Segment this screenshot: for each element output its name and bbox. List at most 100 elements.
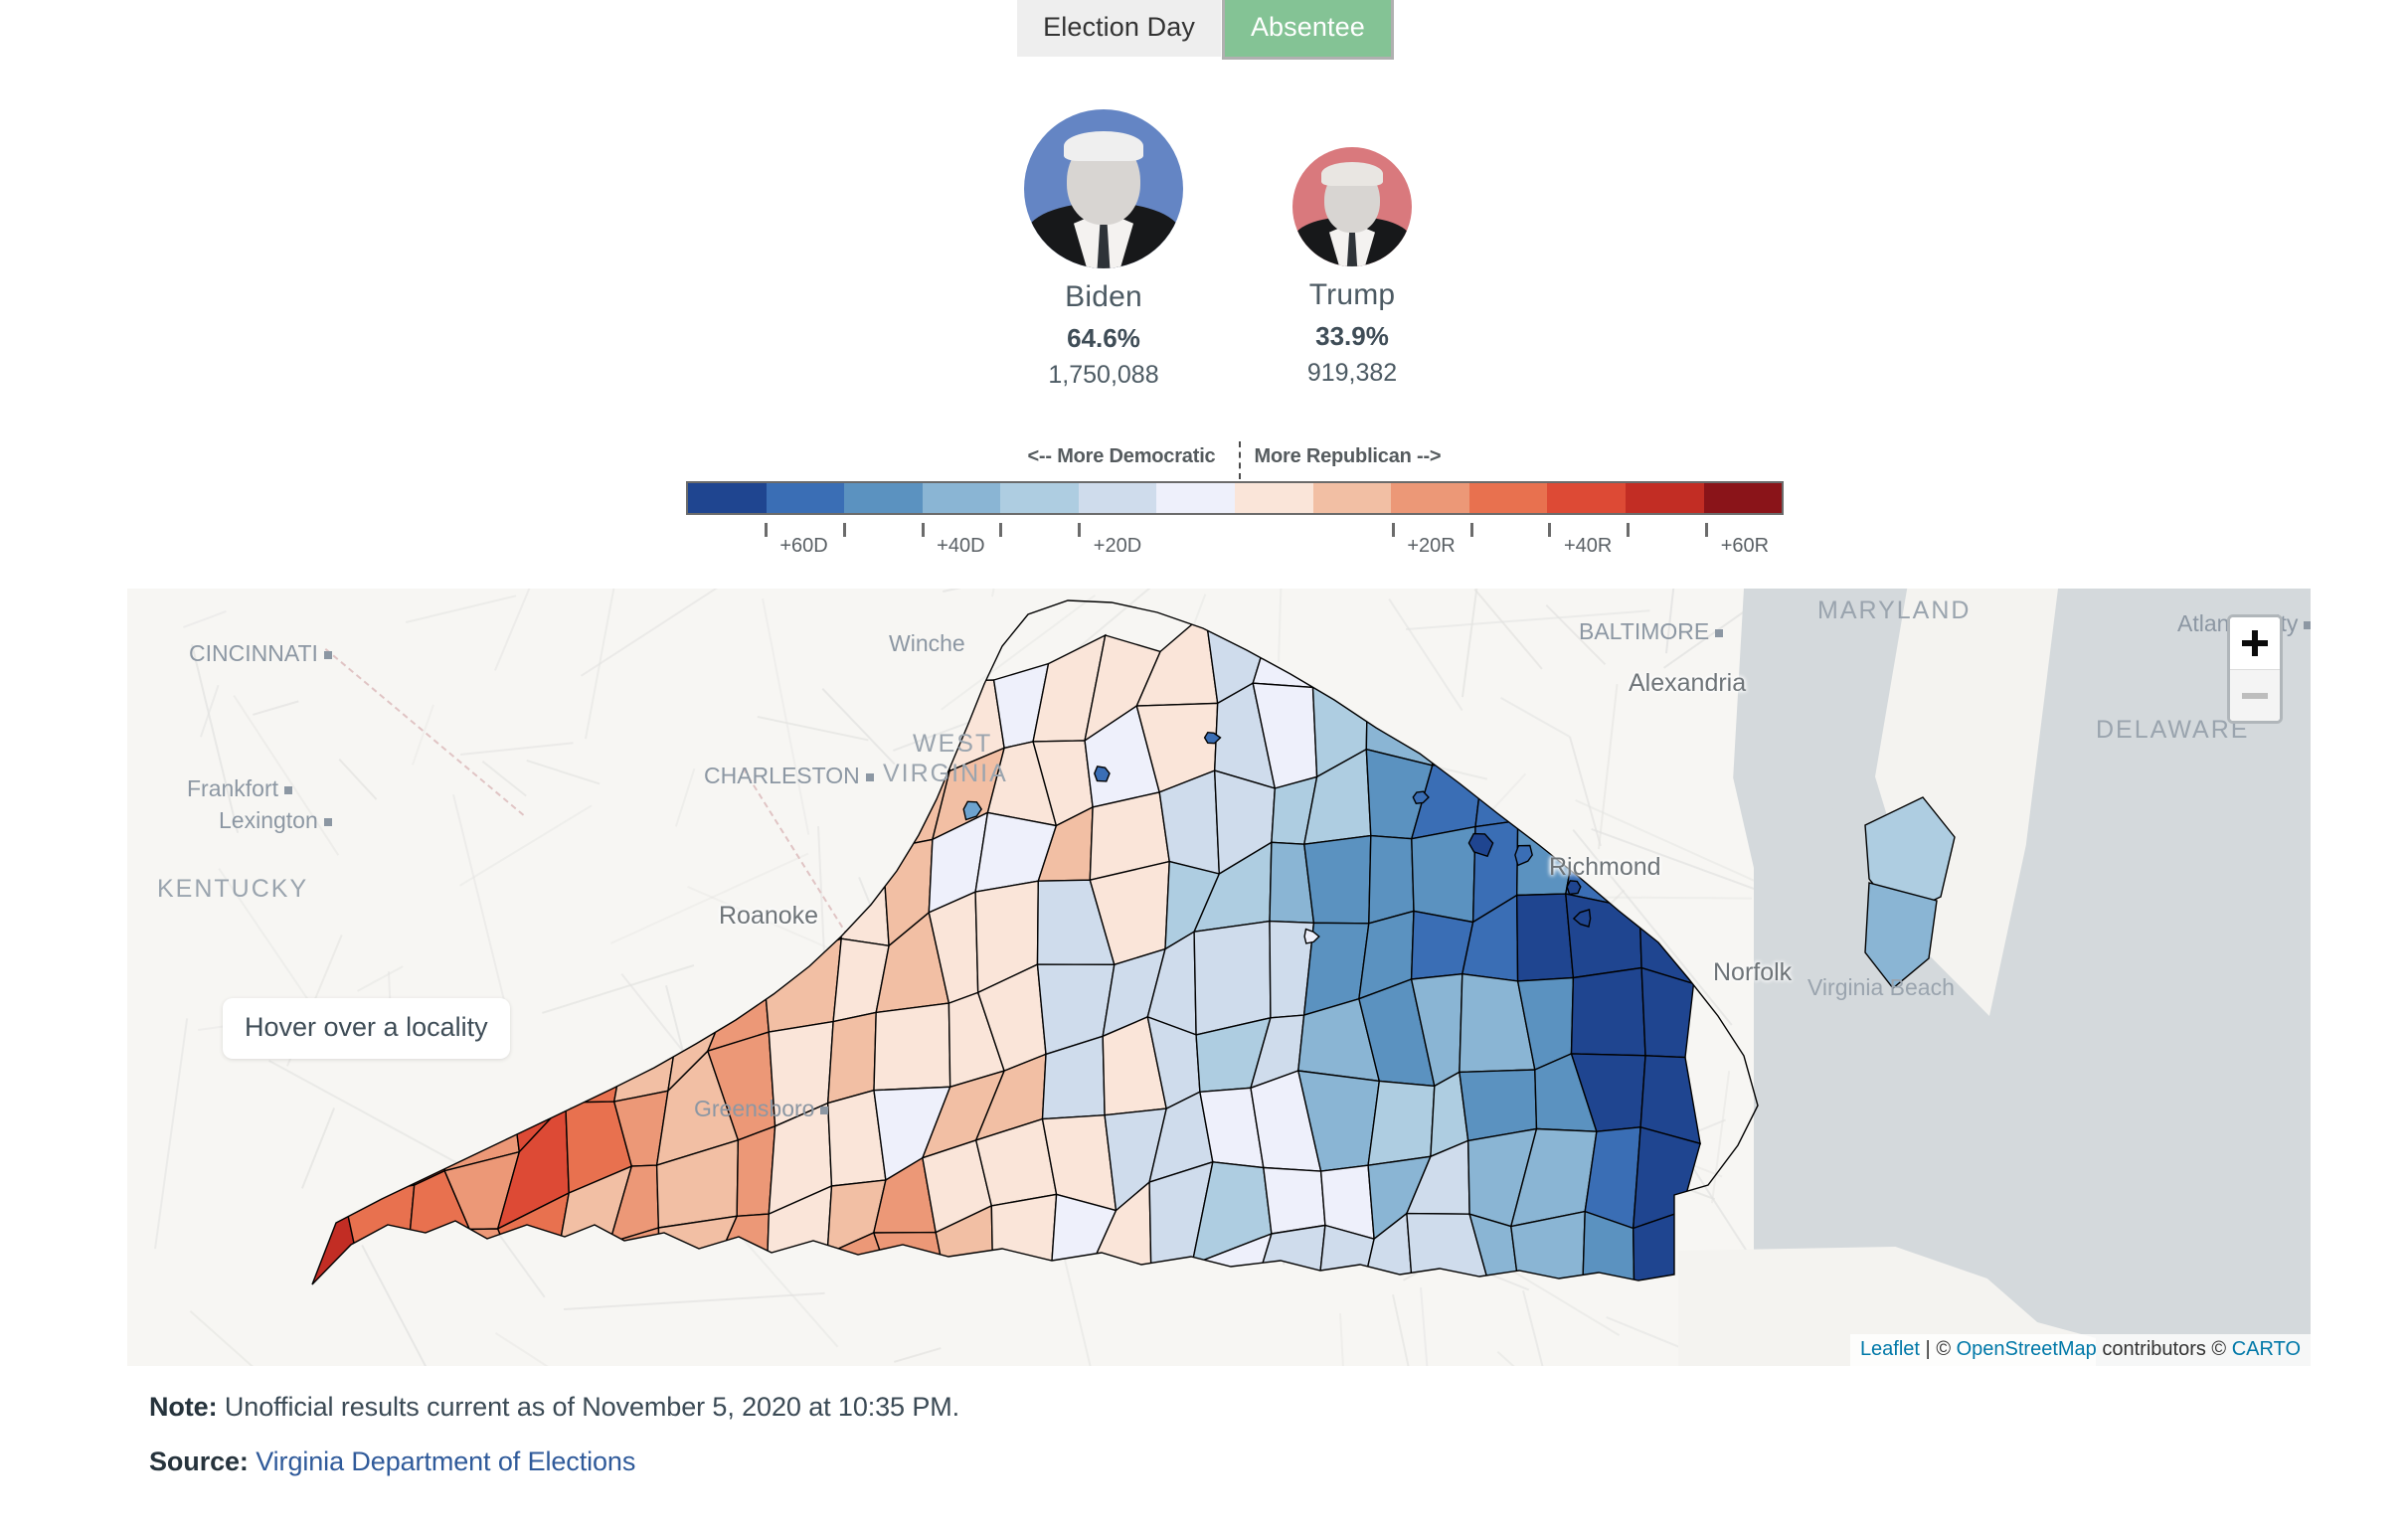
- locality-polygon[interactable]: [574, 866, 618, 973]
- locality-polygon[interactable]: [388, 1230, 470, 1344]
- independent-city-polygon[interactable]: [549, 889, 564, 904]
- locality-polygon[interactable]: [831, 1314, 902, 1366]
- locality-polygon[interactable]: [1367, 604, 1433, 697]
- locality-polygon[interactable]: [1519, 659, 1593, 742]
- locality-polygon[interactable]: [608, 1228, 660, 1331]
- locality-polygon[interactable]: [555, 1331, 629, 1366]
- locality-polygon[interactable]: [891, 1303, 949, 1367]
- locality-polygon[interactable]: [344, 1185, 415, 1278]
- locality-polygon[interactable]: [279, 1278, 362, 1366]
- locality-polygon[interactable]: [351, 864, 395, 973]
- independent-city-polygon[interactable]: [1567, 881, 1581, 895]
- locality-polygon[interactable]: [1479, 589, 1520, 680]
- locality-polygon[interactable]: [771, 792, 841, 897]
- locality-polygon[interactable]: [1051, 1277, 1088, 1363]
- eastern-shore-localities[interactable]: [1865, 797, 1955, 988]
- locality-polygon[interactable]: [1582, 1212, 1634, 1310]
- locality-polygons[interactable]: [279, 589, 1700, 1366]
- locality-polygon[interactable]: [1264, 1168, 1325, 1235]
- openstreetmap-link[interactable]: OpenStreetMap: [1957, 1338, 2097, 1360]
- locality-polygon[interactable]: [662, 743, 720, 837]
- locality-polygon[interactable]: [1641, 968, 1693, 1058]
- locality-polygon[interactable]: [601, 837, 686, 926]
- locality-polygon[interactable]: [828, 1012, 877, 1103]
- carto-link[interactable]: CARTO: [2232, 1338, 2301, 1360]
- locality-polygon[interactable]: [1518, 735, 1581, 820]
- independent-city-polygon[interactable]: [678, 760, 692, 773]
- locality-polygon[interactable]: [344, 1107, 415, 1197]
- locality-polygon[interactable]: [286, 1063, 365, 1154]
- locality-polygon[interactable]: [279, 1197, 362, 1310]
- locality-polygon[interactable]: [505, 796, 575, 903]
- zoom-in-button[interactable]: [2230, 617, 2280, 669]
- locality-polygon[interactable]: [1430, 678, 1483, 766]
- locality-polygon[interactable]: [1304, 836, 1371, 924]
- locality-polygon[interactable]: [452, 903, 517, 1005]
- locality-polygon[interactable]: [1412, 827, 1475, 923]
- locality-polygon[interactable]: [556, 786, 618, 896]
- locality-polygon[interactable]: [1086, 1266, 1157, 1363]
- locality-polygon[interactable]: [1517, 894, 1574, 981]
- locality-polygon[interactable]: [334, 1264, 408, 1366]
- zoom-out-button[interactable]: [2230, 669, 2280, 721]
- tab-election-day[interactable]: Election Day: [1017, 0, 1221, 57]
- locality-polygon[interactable]: [1475, 735, 1535, 826]
- locality-polygon[interactable]: [461, 1229, 523, 1304]
- locality-polygon[interactable]: [1566, 894, 1641, 977]
- locality-polygon[interactable]: [720, 800, 773, 906]
- locality-polygon[interactable]: [1194, 922, 1271, 1035]
- locality-polygon[interactable]: [601, 925, 686, 1008]
- locality-polygon-northampton[interactable]: [1865, 883, 1937, 988]
- locality-polygon[interactable]: [602, 752, 678, 867]
- locality-polygon[interactable]: [334, 1343, 388, 1366]
- locality-polygon[interactable]: [764, 938, 842, 1032]
- locality-polygon[interactable]: [506, 1357, 558, 1366]
- locality-polygon[interactable]: [763, 1254, 842, 1349]
- locality-polygon[interactable]: [515, 1280, 555, 1366]
- locality-polygon[interactable]: [993, 1277, 1059, 1366]
- locality-polygon[interactable]: [658, 1216, 737, 1318]
- locality-polygon[interactable]: [874, 1003, 950, 1091]
- locality-polygon[interactable]: [1313, 603, 1380, 697]
- locality-polygon[interactable]: [554, 1243, 610, 1357]
- locality-polygon[interactable]: [1430, 604, 1486, 691]
- locality-polygon[interactable]: [1479, 678, 1535, 763]
- locality-polygon[interactable]: [1369, 836, 1414, 924]
- locality-polygon[interactable]: [412, 1069, 449, 1185]
- locality-polygon[interactable]: [1368, 1081, 1435, 1165]
- locality-polygon[interactable]: [708, 1281, 767, 1366]
- locality-polygon[interactable]: [991, 1194, 1056, 1294]
- locality-polygon[interactable]: [1572, 968, 1646, 1056]
- locality-polygon[interactable]: [463, 827, 517, 922]
- locality-polygon[interactable]: [1634, 1127, 1700, 1229]
- tab-absentee[interactable]: Absentee: [1221, 0, 1394, 60]
- locality-polygon[interactable]: [1460, 1070, 1537, 1140]
- locality-polygon[interactable]: [1638, 731, 1699, 818]
- leaflet-link[interactable]: Leaflet: [1860, 1338, 1920, 1360]
- choropleth-map[interactable]: MARYLAND WEST VIRGINIA KENTUCKY DELAWARE CINC…: [127, 589, 2311, 1366]
- locality-polygon[interactable]: [946, 1294, 1007, 1366]
- independent-city-polygon[interactable]: [812, 878, 833, 895]
- independent-city-polygon[interactable]: [933, 678, 950, 691]
- locality-polygon[interactable]: [568, 927, 631, 1044]
- virginia-localities-layer[interactable]: [127, 589, 2311, 1366]
- locality-polygon[interactable]: [661, 1282, 713, 1366]
- source-link[interactable]: Virginia Department of Elections: [256, 1447, 635, 1476]
- locality-polygon[interactable]: [441, 1291, 523, 1366]
- locality-polygon[interactable]: [515, 896, 580, 976]
- locality-polygon[interactable]: [763, 1338, 842, 1366]
- locality-polygon[interactable]: [608, 1318, 671, 1366]
- locality-polygon[interactable]: [395, 855, 472, 952]
- locality-polygon[interactable]: [713, 1349, 772, 1366]
- locality-polygon[interactable]: [835, 849, 890, 945]
- locality-polygon[interactable]: [1580, 742, 1647, 819]
- independent-city-polygon[interactable]: [1733, 937, 1750, 956]
- locality-polygon[interactable]: [388, 1304, 461, 1366]
- locality-polygon[interactable]: [1511, 1212, 1585, 1313]
- independent-city-polygon[interactable]: [1747, 984, 1771, 1003]
- locality-polygon[interactable]: [1151, 1265, 1205, 1340]
- locality-polygon[interactable]: [506, 974, 580, 1051]
- independent-city-polygon[interactable]: [419, 842, 432, 856]
- locality-polygon[interactable]: [1315, 1226, 1374, 1319]
- locality-polygon[interactable]: [444, 1051, 519, 1171]
